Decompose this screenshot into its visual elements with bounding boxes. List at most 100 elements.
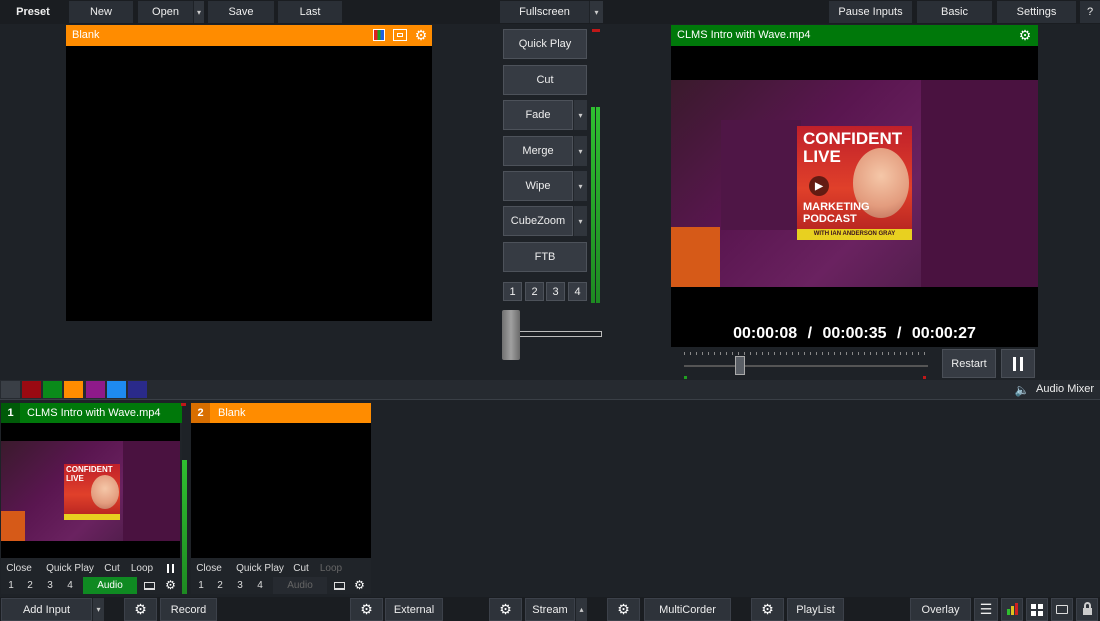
input-1-overlay-4[interactable]: 4: [62, 577, 78, 594]
input-2-preview[interactable]: [191, 423, 371, 558]
save-button[interactable]: Save: [208, 1, 274, 23]
input-1-loop-button[interactable]: Loop: [128, 560, 156, 577]
cubezoom-button[interactable]: CubeZoom: [503, 206, 573, 236]
input-2-loop-button[interactable]: Loop: [317, 560, 345, 577]
time-duration: 00:00:35: [822, 325, 887, 342]
add-input-dropdown[interactable]: ▾: [92, 598, 104, 621]
t-bar-handle[interactable]: [502, 310, 520, 360]
clip-indicator: [592, 29, 600, 32]
gear-icon[interactable]: ⚙: [351, 576, 368, 594]
speaker-icon[interactable]: 🔈: [1012, 381, 1032, 398]
input-1-pause-button[interactable]: [163, 560, 177, 577]
settings-button[interactable]: Settings: [997, 1, 1076, 23]
audio-mixer-button[interactable]: Audio Mixer: [1036, 383, 1094, 395]
colour-picker-icon[interactable]: [373, 29, 385, 41]
merge-dropdown[interactable]: ▾: [573, 136, 587, 166]
gear-icon[interactable]: ⚙: [1017, 26, 1033, 44]
snapshot-icon[interactable]: [1051, 598, 1073, 621]
monitor-icon[interactable]: [331, 577, 347, 594]
input-1-cut-button[interactable]: Cut: [101, 560, 123, 577]
new-button[interactable]: New: [69, 1, 133, 23]
cut-button[interactable]: Cut: [503, 65, 587, 95]
gear-icon[interactable]: ⚙: [751, 598, 784, 621]
transition-2-button[interactable]: 2: [525, 282, 544, 301]
wipe-dropdown[interactable]: ▾: [573, 171, 587, 201]
multiview-grid-icon[interactable]: [1026, 598, 1048, 621]
stream-dropdown[interactable]: ▴: [575, 598, 587, 621]
input-1-overlay-2[interactable]: 2: [22, 577, 38, 594]
basic-button[interactable]: Basic: [917, 1, 992, 23]
cover-footer: [64, 514, 120, 520]
monitor-icon[interactable]: [141, 577, 157, 594]
input-2-overlay-3[interactable]: 3: [232, 577, 248, 594]
quick-play-button[interactable]: Quick Play: [503, 29, 587, 59]
multicorder-button[interactable]: MultiCorder: [644, 598, 731, 621]
gear-icon[interactable]: ⚙: [350, 598, 383, 621]
seek-track[interactable]: [684, 365, 928, 367]
last-button[interactable]: Last: [278, 1, 342, 23]
input-2-cut-button[interactable]: Cut: [290, 560, 312, 577]
stream-button[interactable]: Stream: [525, 598, 575, 621]
gear-icon[interactable]: ⚙: [489, 598, 522, 621]
wipe-button[interactable]: Wipe: [503, 171, 573, 201]
input-1-titlebar[interactable]: 1 CLMS Intro with Wave.mp4: [1, 403, 182, 423]
input-2-quick-play-button[interactable]: Quick Play: [230, 560, 290, 577]
overlay-button[interactable]: Overlay: [910, 598, 971, 621]
in-marker: [684, 376, 687, 379]
restart-button[interactable]: Restart: [942, 349, 996, 378]
color-tag-blue[interactable]: [107, 381, 126, 398]
transition-4-button[interactable]: 4: [568, 282, 587, 301]
gear-icon[interactable]: ⚙: [124, 598, 157, 621]
input-1-audio-button[interactable]: Audio: [83, 577, 137, 594]
input-2-overlay-2[interactable]: 2: [212, 577, 228, 594]
input-1-preview[interactable]: CONFIDENT LIVE: [1, 423, 180, 558]
add-input-button[interactable]: Add Input: [1, 598, 92, 621]
external-button[interactable]: External: [385, 598, 443, 621]
gear-icon[interactable]: ⚙: [607, 598, 640, 621]
input-2-titlebar[interactable]: 2 Blank: [191, 403, 371, 423]
input-1-quick-play-button[interactable]: Quick Play: [40, 560, 100, 577]
merge-label: Merge: [522, 145, 554, 157]
pause-inputs-button[interactable]: Pause Inputs: [829, 1, 912, 23]
input-1-overlay-1[interactable]: 1: [3, 577, 19, 594]
menu-icon[interactable]: ☰: [974, 598, 998, 621]
input-2-overlay-1[interactable]: 1: [193, 577, 209, 594]
gear-icon[interactable]: ⚙: [162, 576, 179, 594]
lock-icon[interactable]: [1076, 598, 1098, 621]
cubezoom-dropdown[interactable]: ▾: [573, 206, 587, 236]
merge-button[interactable]: Merge: [503, 136, 573, 166]
record-button[interactable]: Record: [160, 598, 217, 621]
input-2-overlay-4[interactable]: 4: [252, 577, 268, 594]
open-button[interactable]: Open: [138, 1, 193, 23]
input-1-overlay-3[interactable]: 3: [42, 577, 58, 594]
transition-3-button[interactable]: 3: [546, 282, 565, 301]
time-position: 00:00:08: [733, 325, 798, 342]
color-tag-all[interactable]: [1, 381, 20, 398]
color-tag-navy[interactable]: [128, 381, 147, 398]
transition-1-button[interactable]: 1: [503, 282, 522, 301]
ftb-button[interactable]: FTB: [503, 242, 587, 272]
input-2-number: 2: [191, 403, 210, 423]
help-button[interactable]: ?: [1080, 1, 1100, 23]
seek-handle[interactable]: [735, 356, 746, 375]
input-2-close-button[interactable]: Close: [193, 560, 225, 577]
out-marker: [923, 376, 926, 379]
playlist-button[interactable]: PlayList: [787, 598, 844, 621]
fullscreen-dropdown-button[interactable]: ▾: [589, 1, 603, 23]
frame-icon[interactable]: [393, 29, 407, 41]
fullscreen-button[interactable]: Fullscreen: [500, 1, 589, 23]
pause-button[interactable]: [1001, 349, 1035, 378]
open-dropdown-button[interactable]: ▾: [193, 1, 204, 23]
audio-levels-icon[interactable]: [1001, 598, 1023, 621]
color-tag-orange[interactable]: [64, 381, 83, 398]
gear-icon[interactable]: ⚙: [413, 26, 429, 44]
color-tag-red[interactable]: [22, 381, 41, 398]
fade-button[interactable]: Fade: [503, 100, 573, 130]
cover-text-line4: PODCAST: [803, 213, 857, 225]
input-2-audio-button[interactable]: Audio: [273, 577, 327, 594]
color-tag-green[interactable]: [43, 381, 62, 398]
color-tag-purple[interactable]: [86, 381, 105, 398]
preset-label: Preset: [0, 1, 66, 23]
fade-dropdown[interactable]: ▾: [573, 100, 587, 130]
input-1-close-button[interactable]: Close: [3, 560, 35, 577]
